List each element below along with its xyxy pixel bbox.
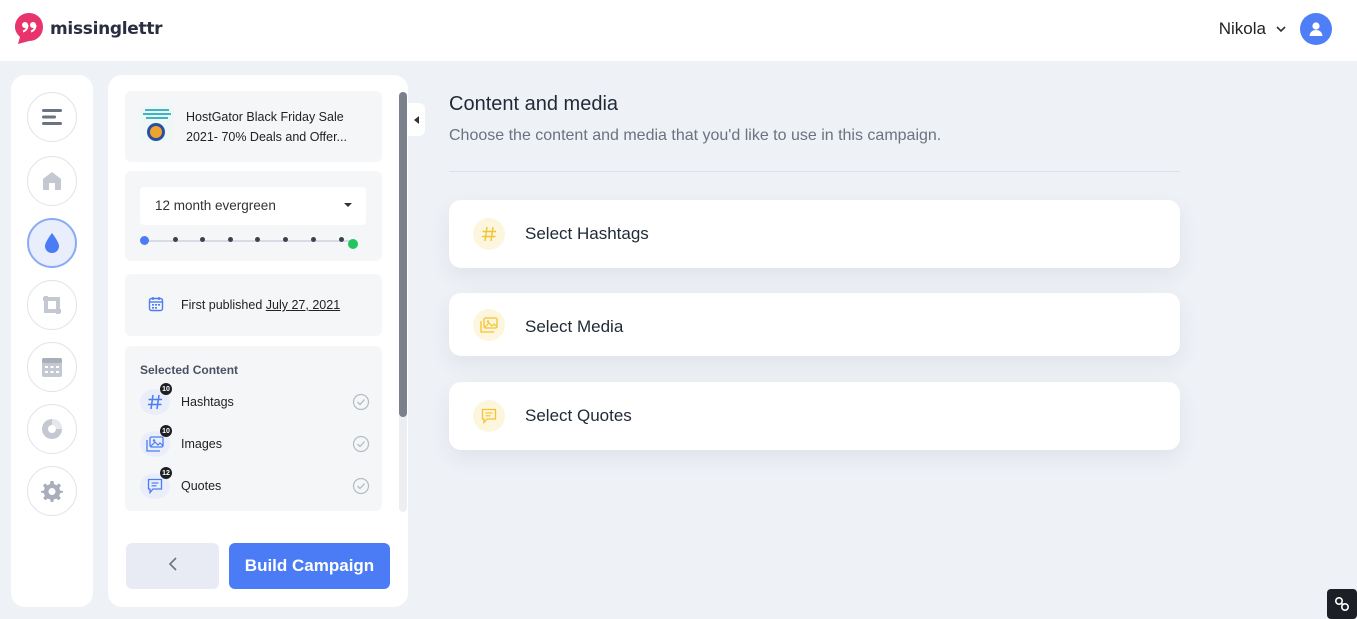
published-card: First published July 27, 2021	[125, 274, 382, 336]
timeline-point[interactable]	[200, 237, 205, 242]
user-name: Nikola	[1218, 19, 1266, 38]
check-circle-icon	[352, 393, 370, 411]
schedule-card: 12 month evergreen	[125, 171, 382, 261]
page-subtitle: Choose the content and media that you'd …	[449, 127, 942, 144]
check-circle-icon	[352, 435, 370, 453]
build-campaign-button[interactable]: Build Campaign	[229, 543, 390, 589]
repeat-icon[interactable]	[27, 280, 77, 330]
calendar-icon	[148, 296, 164, 317]
select-hashtags-label: Select Hashtags	[525, 224, 649, 243]
page-title: Content and media	[449, 93, 619, 115]
schedule-select-value: 12 month evergreen	[155, 198, 276, 213]
select-quotes-option[interactable]: Select Quotes	[449, 382, 1180, 450]
select-media-option[interactable]: Select Media	[449, 293, 1180, 356]
timeline-end-point[interactable]	[348, 239, 358, 249]
selected-images-row[interactable]: 10 Images	[140, 425, 370, 459]
calendar-icon[interactable]	[27, 342, 77, 392]
collapse-panel-button[interactable]	[408, 103, 425, 136]
caret-left-icon	[413, 115, 419, 124]
timeline-point[interactable]	[339, 237, 344, 242]
quotes-count-badge: 12	[160, 467, 172, 479]
images-count-badge: 10	[160, 425, 172, 437]
caret-down-icon	[344, 203, 352, 207]
home-icon[interactable]	[27, 156, 77, 206]
user-menu[interactable]: Nikola	[1219, 13, 1332, 45]
timeline-point[interactable]	[283, 237, 288, 242]
hashtag-icon	[473, 218, 505, 250]
selected-content-title: Selected Content	[140, 363, 239, 377]
back-button[interactable]	[126, 543, 219, 589]
hashtags-label: Hashtags	[181, 395, 234, 409]
select-media-label: Select Media	[525, 317, 624, 336]
timeline-point[interactable]	[173, 237, 178, 242]
timeline-point[interactable]	[311, 237, 316, 242]
selected-quotes-row[interactable]: 12 Quotes	[140, 467, 370, 501]
schedule-select[interactable]: 12 month evergreen	[140, 187, 366, 225]
selected-content-card: Selected Content 10 Hashtags 10 Images 1…	[125, 346, 382, 511]
top-bar: missinglettr Nikola	[0, 0, 1357, 61]
campaign-panel: HostGator Black Friday Sale 2021- 70% De…	[108, 75, 408, 607]
panel-scrollbar[interactable]	[399, 92, 407, 512]
link-icon[interactable]	[1327, 589, 1357, 619]
first-published: First published July 27, 2021	[181, 298, 340, 312]
logo[interactable]: missinglettr	[14, 12, 163, 45]
chevron-left-icon	[167, 556, 179, 577]
first-published-label: First published	[181, 298, 263, 312]
selected-hashtags-row[interactable]: 10 Hashtags	[140, 383, 370, 417]
first-published-date[interactable]: July 27, 2021	[266, 298, 340, 312]
timeline-start-point[interactable]	[140, 236, 149, 245]
images-label: Images	[181, 437, 222, 451]
logo-text: missinglettr	[50, 18, 163, 39]
quote-icon	[473, 400, 505, 432]
select-quotes-label: Select Quotes	[525, 406, 632, 425]
post-title: HostGator Black Friday Sale 2021- 70% De…	[186, 110, 347, 144]
nav-rail	[11, 75, 93, 607]
drop-icon[interactable]	[27, 218, 77, 268]
chart-pie-icon[interactable]	[27, 404, 77, 454]
select-hashtags-option[interactable]: Select Hashtags	[449, 200, 1180, 268]
images-icon	[473, 309, 505, 341]
logo-quote-icon	[14, 12, 44, 45]
hashtags-count-badge: 10	[160, 383, 172, 395]
avatar[interactable]	[1300, 13, 1332, 45]
panel-scrollbar-thumb[interactable]	[399, 92, 407, 417]
divider	[449, 171, 1180, 172]
check-circle-icon	[352, 477, 370, 495]
quotes-label: Quotes	[181, 479, 222, 493]
post-thumbnail	[140, 106, 174, 142]
timeline-point[interactable]	[255, 237, 260, 242]
gear-icon[interactable]	[27, 466, 77, 516]
chevron-down-icon[interactable]	[1274, 22, 1288, 36]
post-card[interactable]: HostGator Black Friday Sale 2021- 70% De…	[125, 91, 382, 162]
timeline-point[interactable]	[228, 237, 233, 242]
menu-icon[interactable]	[27, 92, 77, 142]
